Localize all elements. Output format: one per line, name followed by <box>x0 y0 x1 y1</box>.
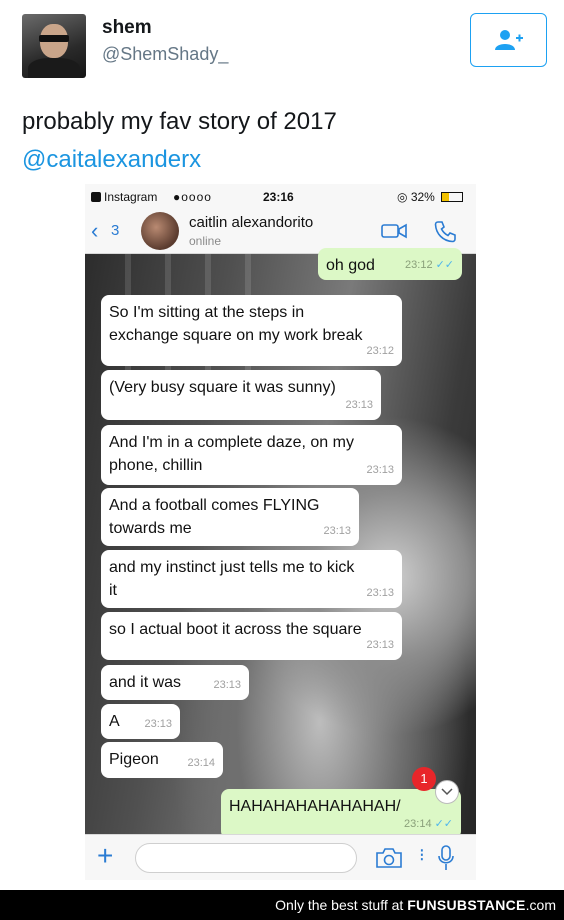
avatar-glasses <box>39 35 69 42</box>
message-time: 23:13 <box>345 399 373 411</box>
message-text: exchange square on my work break <box>109 327 363 344</box>
message-time: 23:13 <box>366 464 394 476</box>
plus-icon[interactable]: + <box>97 841 113 871</box>
status-time: 23:16 <box>263 190 294 204</box>
message-text: it <box>109 582 117 599</box>
message-text: And I'm in a complete daze, on my <box>109 434 354 451</box>
lock-rotation-icon: ◎ <box>397 190 411 204</box>
message-bubble[interactable]: and it was 23:13 <box>101 665 249 700</box>
message-time: 23:13 <box>366 639 394 651</box>
user-avatar[interactable] <box>22 14 86 78</box>
message-bubble[interactable]: And I'm in a complete daze, on my phone,… <box>101 425 402 485</box>
unread-badge[interactable]: 1 <box>412 767 436 791</box>
message-bubble[interactable]: oh god 23:12 ✓✓ <box>318 248 462 280</box>
contact-name[interactable]: caitlin alexandorito <box>189 214 313 231</box>
user-handle[interactable]: @ShemShady_ <box>102 44 228 65</box>
message-bubble[interactable]: (Very busy square it was sunny) 23:13 <box>101 370 381 420</box>
contact-status: online <box>189 234 222 248</box>
message-input-bar: + ⁝ <box>85 834 476 880</box>
watermark-footer: Only the best stuff at FUNSUBSTANCE.com <box>0 890 564 920</box>
watermark-text: Only the best stuff at FUNSUBSTANCE.com <box>275 897 556 913</box>
read-receipt-icon: ✓✓ <box>435 259 454 271</box>
message-text: (Very busy square it was sunny) <box>109 379 336 396</box>
display-name[interactable]: shem <box>102 17 152 39</box>
message-bubble[interactable]: and my instinct just tells me to kick it… <box>101 550 402 608</box>
message-time: 23:13 <box>323 525 351 537</box>
back-chevron-icon[interactable]: ‹ <box>91 218 98 244</box>
tweet-text: probably my fav story of 2017 <box>22 108 337 135</box>
read-receipt-icon: ✓✓ <box>434 818 453 830</box>
chevron-down-icon <box>441 788 453 796</box>
message-bubble[interactable]: So I'm sitting at the steps in exchange … <box>101 295 402 366</box>
status-battery: ◎ 32% <box>397 190 464 204</box>
message-bubble[interactable]: so I actual boot it across the square 23… <box>101 612 402 660</box>
status-carrier: Instagram <box>91 190 157 204</box>
message-time: 23:12 <box>366 345 394 357</box>
message-text: towards me <box>109 520 192 537</box>
chat-screenshot: Instagram ●oooo 23:16 ◎ 32% ‹ 3 caitlin … <box>85 184 476 880</box>
message-bubble[interactable]: HAHAHAHAHAHAHAH/ 23:14 ✓✓ <box>221 789 461 839</box>
message-time: 23:12 ✓✓ <box>405 259 454 271</box>
add-user-icon <box>494 30 523 50</box>
microphone-icon[interactable] <box>437 845 455 871</box>
contact-avatar[interactable] <box>141 212 179 250</box>
message-text: so I actual boot it across the square <box>109 621 362 638</box>
battery-icon <box>441 192 464 202</box>
message-text: phone, chillin <box>109 457 203 474</box>
avatar-body <box>28 58 80 78</box>
back-to-app-icon <box>91 192 101 202</box>
scroll-down-button[interactable] <box>435 780 459 804</box>
message-text: And a football comes FLYING <box>109 497 320 514</box>
message-time: 23:14 ✓✓ <box>404 818 453 830</box>
follow-button[interactable] <box>470 13 547 67</box>
phone-call-icon[interactable] <box>433 220 457 244</box>
message-bubble[interactable]: Pigeon 23:14 <box>101 742 223 778</box>
message-bubble[interactable]: And a football comes FLYING towards me 2… <box>101 488 359 546</box>
status-bar: Instagram ●oooo 23:16 ◎ 32% <box>85 184 476 208</box>
message-time: 23:13 <box>144 718 172 730</box>
message-text: and my instinct just tells me to kick <box>109 559 355 576</box>
separator-dots: ⁝ <box>419 845 425 865</box>
status-signal: ●oooo <box>173 190 212 204</box>
message-time: 23:14 <box>187 757 215 769</box>
message-bubble[interactable]: A 23:13 <box>101 704 180 739</box>
tweet-mention-link[interactable]: @caitalexanderx <box>22 146 201 174</box>
message-text: So I'm sitting at the steps in <box>109 304 305 321</box>
message-input[interactable] <box>135 843 357 873</box>
back-unread-count[interactable]: 3 <box>111 222 119 239</box>
message-time: 23:13 <box>366 587 394 599</box>
video-call-icon[interactable] <box>381 222 407 240</box>
camera-icon[interactable] <box>375 847 403 869</box>
message-time: 23:13 <box>213 679 241 691</box>
